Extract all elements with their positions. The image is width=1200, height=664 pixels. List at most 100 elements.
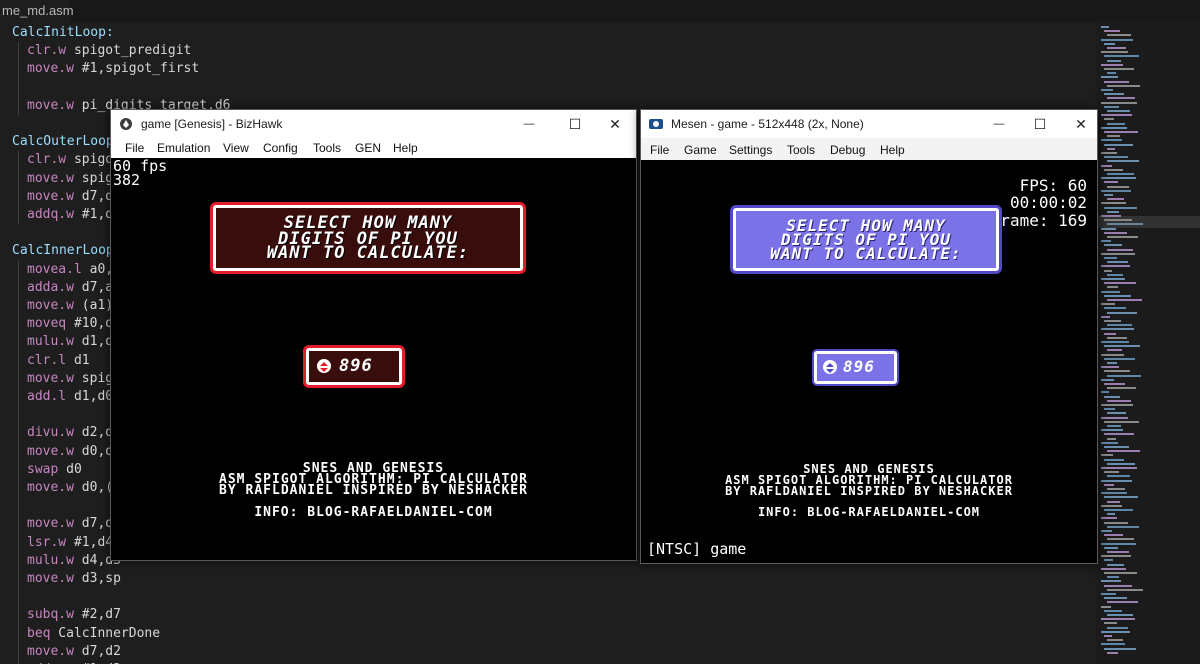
editor-file-tab[interactable]: me_md.asm (0, 0, 74, 22)
minimap-line (1107, 450, 1140, 453)
code-mnemonic: move.w (27, 571, 74, 586)
minimap-line (1107, 651, 1118, 654)
code-operands: d3,sp (73, 571, 121, 586)
menu-game[interactable]: Game (684, 143, 717, 157)
code-mnemonic: move.w (27, 370, 74, 386)
code-mnemonic: mulu.w (27, 334, 74, 350)
minimap-line (1104, 395, 1120, 398)
menu-tools[interactable]: Tools (313, 141, 341, 155)
mesen-game-screen[interactable]: FPS: 60 00:00:02 Frame: 169 Select how m… (641, 160, 1097, 563)
minimap-line (1107, 261, 1128, 264)
minimap-line (1104, 635, 1112, 637)
minimap-line (1104, 181, 1118, 184)
digits-selector[interactable]: 896 (814, 351, 897, 384)
minimap-line (1104, 408, 1115, 411)
minimap-line (1101, 177, 1136, 180)
code-mnemonic: adda.w (27, 279, 74, 295)
minimize-button[interactable]: — (506, 110, 552, 138)
digits-value: 896 (339, 356, 373, 376)
menu-help[interactable]: Help (880, 143, 905, 157)
minimap-line (1101, 467, 1137, 469)
minimap-line (1107, 588, 1143, 591)
menu-tools[interactable]: Tools (787, 143, 815, 157)
menu-debug[interactable]: Debug (830, 143, 865, 157)
up-down-arrows-icon[interactable] (823, 360, 837, 374)
prompt-box: Select how many digits of PI you want to… (733, 208, 999, 271)
digits-selector[interactable]: 896 (306, 348, 402, 385)
minimap-line (1107, 198, 1124, 201)
minimap-line (1104, 383, 1125, 385)
minimap-line (1101, 555, 1131, 558)
code-operands: d7,d2 (73, 643, 121, 659)
close-button[interactable]: ✕ (592, 110, 638, 138)
maximize-button[interactable]: ☐ (1017, 110, 1063, 138)
minimap-line (1107, 122, 1125, 125)
code-line: move.w spigo (27, 370, 121, 388)
menu-view[interactable]: View (223, 141, 249, 155)
minimap-line (1107, 273, 1123, 276)
minimap-line (1101, 341, 1129, 343)
credit-line-3: BY RAFLDANIEL INSPIRED BY NESHACKER (725, 484, 1013, 498)
minimap-line (1104, 105, 1119, 108)
editor-minimap[interactable] (1095, 22, 1200, 664)
code-line: movea.l a0,a (27, 261, 121, 279)
minimap-line (1107, 299, 1142, 301)
minimap-line (1101, 353, 1124, 356)
code-mnemonic: clr.w (27, 43, 67, 59)
minimap-line (1104, 156, 1128, 159)
minimap-line (1101, 630, 1130, 633)
code-mnemonic: movea.l (27, 261, 82, 277)
menu-emulation[interactable]: Emulation (157, 141, 210, 155)
minimap-line (1101, 366, 1119, 369)
minimap-line (1104, 194, 1113, 196)
up-down-arrows-icon[interactable] (317, 359, 331, 373)
prompt-line-3: want to calculate: (770, 244, 962, 263)
minimap-line (1101, 240, 1111, 243)
menu-config[interactable]: Config (263, 141, 298, 155)
minimap-line (1104, 559, 1113, 562)
menu-gen[interactable]: GEN (355, 141, 381, 155)
fps-display: FPS: 60 (1019, 176, 1087, 195)
minimap-line (1104, 320, 1121, 322)
prompt-box: Select how many digits of PI you want to… (213, 205, 523, 271)
close-button[interactable]: ✕ (1058, 110, 1104, 138)
code-mnemonic: move.w (27, 480, 74, 495)
mesen-titlebar[interactable]: Mesen - game - 512x448 (2x, None) — ☐ ✕ (641, 110, 1097, 138)
menu-file[interactable]: File (125, 141, 144, 155)
minimize-button[interactable]: — (976, 110, 1022, 138)
minimap-line (1107, 639, 1123, 642)
code-label-line: CalcInnerLoop: (12, 243, 122, 259)
code-mnemonic: subq.w (27, 607, 74, 623)
menu-settings[interactable]: Settings (729, 143, 772, 157)
menu-file[interactable]: File (650, 143, 669, 157)
minimap-line (1107, 563, 1124, 566)
code-line: divu.w d2,d0 (27, 424, 121, 442)
minimap-line (1104, 534, 1123, 537)
indent-guide (18, 151, 19, 225)
bizhawk-game-screen[interactable]: 60 fps 382 Select how many digits of PI … (111, 158, 636, 560)
minimap-line (1101, 404, 1133, 406)
code-mnemonic: beq (27, 625, 51, 641)
minimap-line (1107, 59, 1121, 62)
bizhawk-title: game [Genesis] - BizHawk (141, 117, 283, 131)
credit-line-3: BY RAFLDANIEL INSPIRED BY NESHACKER (219, 483, 528, 498)
minimap-slider[interactable] (1095, 216, 1200, 228)
minimap-line (1101, 454, 1113, 457)
minimap-line (1104, 131, 1138, 133)
minimap-line (1104, 42, 1115, 45)
menu-help[interactable]: Help (393, 141, 418, 155)
code-line: moveq #10,d1 (27, 315, 121, 333)
minimap-line (1101, 542, 1136, 545)
minimap-line (1101, 605, 1111, 608)
minimap-line (1101, 26, 1109, 28)
minimap-line (1104, 420, 1139, 423)
code-operands: d1 (66, 352, 90, 368)
minimap-line (1104, 257, 1117, 259)
minimap-line (1104, 307, 1126, 310)
code-operands: #1,d4 (66, 534, 114, 550)
bizhawk-window: game [Genesis] - BizHawk — ☐ ✕ File Emul… (110, 109, 637, 561)
minimap-line (1101, 517, 1117, 520)
bizhawk-titlebar[interactable]: game [Genesis] - BizHawk — ☐ ✕ (111, 110, 636, 138)
minimap-line (1104, 471, 1119, 474)
minimap-line (1101, 89, 1113, 91)
